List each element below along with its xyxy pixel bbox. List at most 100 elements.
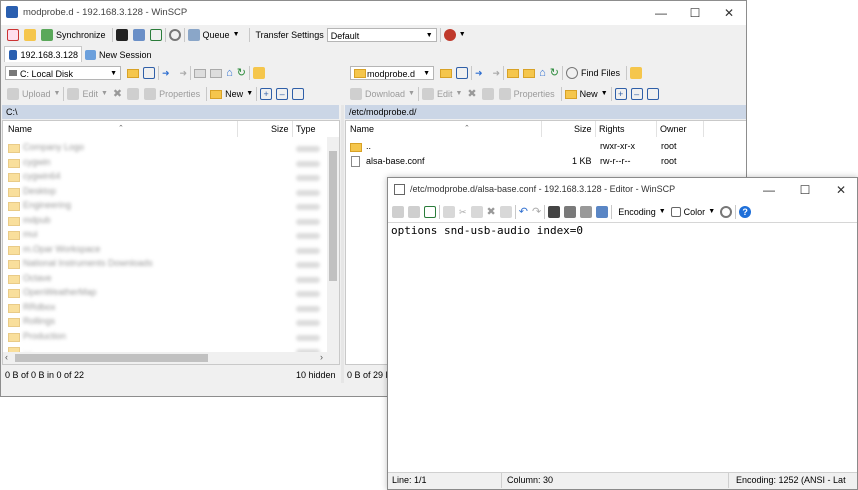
- download-button[interactable]: Download: [362, 85, 408, 103]
- back-arrow-icon[interactable]: ➜: [162, 64, 170, 82]
- close-icon[interactable]: ✕: [823, 178, 857, 202]
- paste-icon[interactable]: [470, 206, 483, 218]
- delete-icon[interactable]: ✖: [467, 85, 476, 103]
- panel-splitter[interactable]: [341, 105, 344, 383]
- refresh-icon[interactable]: ↻: [237, 64, 246, 82]
- scroll-left-icon[interactable]: ‹: [5, 352, 8, 362]
- disconnect-icon[interactable]: [443, 29, 456, 41]
- scrollbar-thumb[interactable]: [15, 354, 208, 362]
- home-icon[interactable]: ⌂: [539, 64, 546, 82]
- upload-button[interactable]: Upload: [19, 85, 54, 103]
- encoding-button[interactable]: Encoding: [615, 203, 659, 221]
- scrollbar-thumb[interactable]: [329, 151, 337, 281]
- select-minus-icon[interactable]: –: [630, 88, 643, 100]
- compare-dirs-icon[interactable]: [24, 29, 36, 41]
- bookmark-icon[interactable]: [629, 67, 642, 79]
- new-icon[interactable]: [564, 89, 577, 99]
- chevron-down-icon[interactable]: ▼: [101, 85, 108, 103]
- find-icon[interactable]: [548, 206, 561, 218]
- maximize-icon[interactable]: ☐: [787, 178, 823, 202]
- parent-dir-icon[interactable]: [194, 68, 207, 78]
- remote-dir-select[interactable]: modprobe.d ▼: [350, 66, 434, 80]
- home-icon[interactable]: ⌂: [226, 64, 233, 82]
- properties-button[interactable]: Properties: [156, 85, 203, 103]
- redo-icon[interactable]: ↷: [532, 203, 541, 221]
- back-arrow-icon[interactable]: ➜: [475, 64, 483, 82]
- select-plus-icon[interactable]: +: [260, 88, 273, 100]
- chevron-down-icon[interactable]: ▼: [601, 85, 608, 103]
- close-icon[interactable]: ✕: [711, 1, 746, 25]
- color-checkbox[interactable]: [670, 207, 681, 217]
- file-row[interactable]: Production: [8, 331, 326, 344]
- chevron-down-icon[interactable]: ▼: [54, 85, 61, 103]
- file-row[interactable]: .. rwxr-xr-x root: [350, 141, 740, 154]
- column-header-type[interactable]: Type: [296, 121, 316, 137]
- edit-icon[interactable]: [421, 88, 434, 100]
- find-files-icon[interactable]: [565, 67, 578, 79]
- edit-icon[interactable]: [67, 88, 80, 100]
- color-button[interactable]: Color: [681, 203, 709, 221]
- file-row[interactable]: Company Logo: [8, 142, 326, 155]
- properties-icon[interactable]: [498, 88, 511, 100]
- chevron-down-icon[interactable]: ▼: [233, 26, 240, 44]
- file-row[interactable]: Desktop: [8, 186, 326, 199]
- forward-arrow-icon[interactable]: ➜: [493, 64, 501, 82]
- root-dir-icon[interactable]: [523, 68, 536, 78]
- column-header-size[interactable]: Size: [271, 121, 289, 137]
- cut-icon[interactable]: ✂: [459, 203, 467, 221]
- chevron-down-icon[interactable]: ▼: [708, 203, 715, 221]
- select-minus-icon[interactable]: –: [276, 88, 289, 100]
- minimize-icon[interactable]: —: [643, 1, 679, 25]
- help-icon[interactable]: ?: [739, 206, 752, 218]
- properties-button[interactable]: Properties: [511, 85, 558, 103]
- open-folder-icon[interactable]: [440, 68, 452, 78]
- find-files-icon[interactable]: [252, 67, 265, 79]
- chevron-down-icon[interactable]: ▼: [246, 85, 253, 103]
- tab-new-session[interactable]: New Session: [85, 47, 155, 62]
- parent-dir-icon[interactable]: [507, 68, 520, 78]
- new-button[interactable]: New: [222, 85, 246, 103]
- replace-icon[interactable]: [564, 206, 577, 218]
- putty-icon[interactable]: [132, 29, 145, 41]
- refresh-icon[interactable]: ↻: [550, 64, 559, 82]
- rename-icon[interactable]: [127, 88, 140, 100]
- chevron-down-icon[interactable]: ▼: [459, 26, 466, 44]
- filter-icon[interactable]: [292, 88, 305, 100]
- goto-line-icon[interactable]: [596, 206, 609, 218]
- file-row[interactable]: cygwin64: [8, 171, 326, 184]
- find-files-button[interactable]: Find Files: [578, 64, 623, 82]
- column-header-name[interactable]: Name: [350, 121, 374, 137]
- file-row[interactable]: Octave: [8, 273, 326, 286]
- edit-button[interactable]: Edit: [79, 85, 101, 103]
- file-row[interactable]: Rollings: [8, 316, 326, 329]
- open-folder-icon[interactable]: [127, 68, 139, 78]
- preferences-gear-icon[interactable]: [720, 206, 733, 218]
- left-horizontal-scrollbar[interactable]: ‹ ›: [3, 352, 339, 364]
- file-row[interactable]: mui: [8, 229, 326, 242]
- filter-icon[interactable]: [456, 67, 468, 79]
- upload-icon[interactable]: [7, 88, 19, 100]
- select-all-icon[interactable]: [499, 206, 512, 218]
- reload-icon[interactable]: [424, 206, 436, 218]
- new-button[interactable]: New: [577, 85, 601, 103]
- minimize-icon[interactable]: —: [751, 178, 787, 202]
- edit-button[interactable]: Edit: [434, 85, 456, 103]
- properties-icon[interactable]: [144, 88, 157, 100]
- file-row[interactable]: m.Opar Workspace: [8, 244, 326, 257]
- forward-arrow-icon[interactable]: ➜: [180, 64, 188, 82]
- chevron-down-icon[interactable]: ▼: [455, 85, 462, 103]
- select-plus-icon[interactable]: +: [614, 88, 627, 100]
- chevron-down-icon[interactable]: ▼: [659, 203, 666, 221]
- transfer-settings-select[interactable]: Default ▼: [326, 28, 437, 42]
- synchronize-icon[interactable]: [41, 29, 53, 41]
- find-next-icon[interactable]: [580, 206, 593, 218]
- file-row[interactable]: RRdbox: [8, 302, 326, 315]
- copy-icon[interactable]: [443, 206, 455, 218]
- refresh-icon[interactable]: [149, 29, 162, 41]
- chevron-down-icon[interactable]: ▼: [408, 85, 415, 103]
- filter-icon[interactable]: [143, 67, 155, 79]
- new-icon[interactable]: [210, 89, 223, 99]
- rename-icon[interactable]: [481, 88, 494, 100]
- file-row[interactable]: alsa-base.conf 1 KB rw-r--r-- root: [350, 156, 740, 169]
- file-row[interactable]: National Instruments Downloads: [8, 258, 326, 271]
